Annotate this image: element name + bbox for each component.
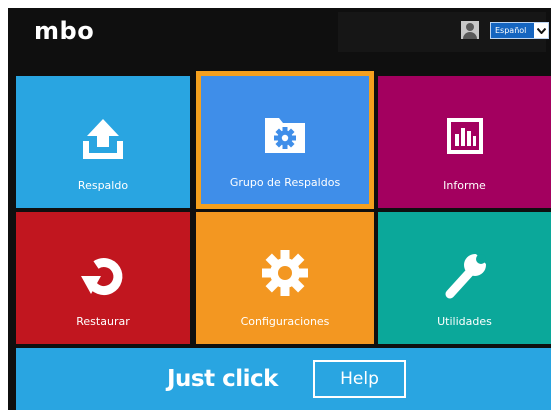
just-click-tagline: Just click [167, 366, 278, 392]
tile-grupo-de-respaldos[interactable]: Grupo de Respaldos [196, 71, 374, 209]
tile-utilidades[interactable]: Utilidades [378, 212, 551, 344]
folder-gear-icon [261, 114, 309, 156]
bar-chart-icon [445, 116, 485, 156]
language-select[interactable]: Español [490, 22, 549, 39]
tile-configuraciones[interactable]: Configuraciones [196, 212, 374, 344]
tile-respaldo[interactable]: Respaldo [16, 76, 190, 208]
tile-configuraciones-label: Configuraciones [240, 315, 330, 328]
top-bar: mbo Español [8, 8, 551, 60]
just-click-banner: Just click Help [16, 348, 551, 410]
tile-grupo-de-respaldos-label: Grupo de Respaldos [229, 176, 341, 189]
help-button[interactable]: Help [313, 360, 406, 398]
tile-restaurar[interactable]: Restaurar [16, 212, 190, 344]
user-avatar-icon[interactable] [461, 21, 479, 39]
restore-icon [79, 252, 127, 300]
wrench-icon [440, 250, 490, 300]
language-select-value: Español [495, 26, 527, 35]
app-logo: mbo [34, 17, 95, 45]
app-window: mbo Español Respaldo Grupo de Respaldos … [8, 8, 551, 410]
tile-informe[interactable]: Informe [378, 76, 551, 208]
upload-icon [80, 117, 126, 161]
tile-informe-label: Informe [443, 179, 486, 192]
tile-restaurar-label: Restaurar [76, 315, 130, 328]
chevron-down-icon[interactable] [534, 23, 548, 38]
gear-icon [260, 248, 310, 298]
tile-respaldo-label: Respaldo [77, 179, 129, 192]
tile-utilidades-label: Utilidades [437, 315, 492, 328]
